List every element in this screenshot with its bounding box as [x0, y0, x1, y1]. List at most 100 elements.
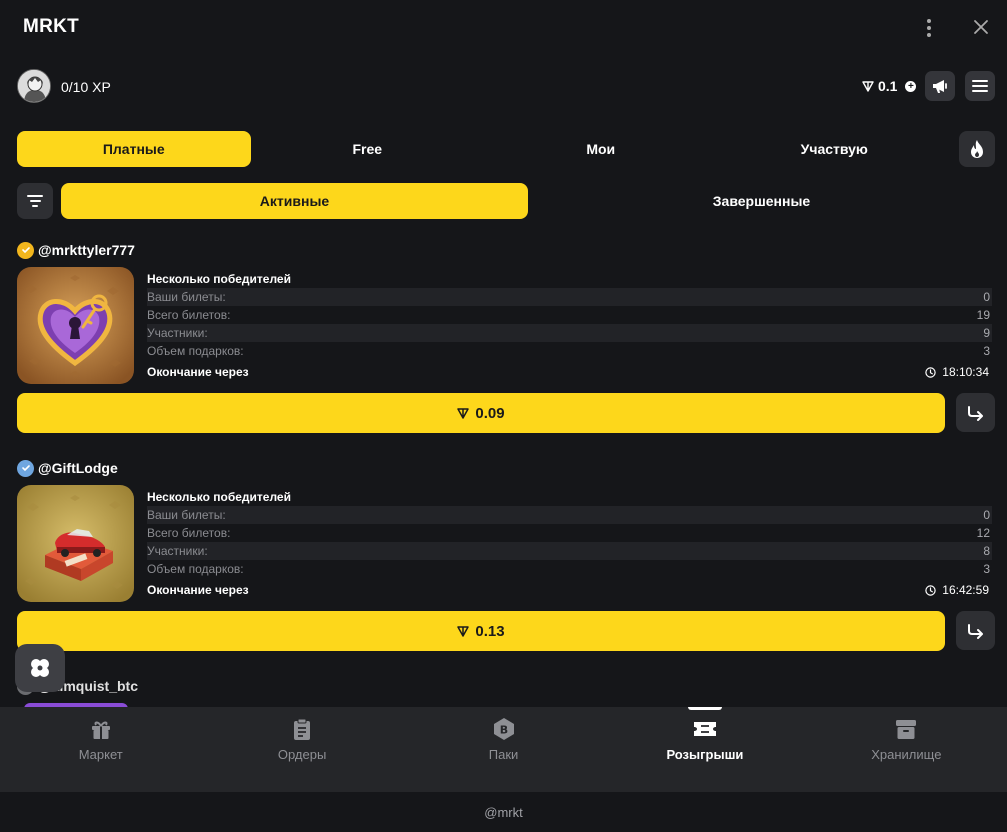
giveaway-card: @GiftLodge Несколько победителей Ваши би… — [17, 458, 995, 653]
nav-orders[interactable]: Ордеры — [201, 707, 402, 792]
stat-label: Всего билетов: — [147, 308, 231, 322]
tab-participating[interactable]: Участвую — [718, 131, 952, 167]
verified-badge-icon — [17, 459, 34, 477]
megaphone-icon — [933, 80, 947, 93]
stat-label: Участники: — [147, 544, 208, 558]
stat-value: 0 — [983, 290, 990, 304]
gift-image[interactable] — [17, 485, 134, 602]
share-button[interactable] — [956, 611, 995, 650]
filter-button[interactable] — [17, 183, 53, 219]
stat-value: 9 — [983, 326, 990, 340]
app-window: MRKT 0/10 XP 0.1 + Платные Free Мои Учас… — [0, 0, 1007, 832]
end-time: 16:42:59 — [942, 583, 989, 597]
stat-row: Объем подарков: 3 — [147, 560, 992, 578]
giveaway-info: Несколько победителей Ваши билеты: 0 Всег… — [147, 270, 992, 384]
buy-ticket-button[interactable]: 0.09 — [17, 393, 945, 433]
gift-image[interactable] — [17, 267, 134, 384]
tab-free[interactable]: Free — [251, 131, 485, 167]
stat-label: Ваши билеты: — [147, 290, 226, 304]
balance-value: 0.1 — [878, 78, 898, 94]
xp-counter: 0/10 XP — [61, 79, 111, 95]
ton-icon — [457, 626, 470, 637]
gift-icon — [91, 721, 110, 739]
stat-label: Объем подарков: — [147, 344, 244, 358]
close-icon[interactable] — [968, 14, 994, 40]
app-title: MRKT — [23, 16, 80, 37]
countdown: 18:10:34 — [925, 360, 989, 384]
title-bar: MRKT — [0, 0, 1007, 56]
stat-row: Всего билетов: 12 — [147, 524, 992, 542]
bottom-nav: Маркет Ордеры B Паки Розыгрыши Хранилище — [0, 707, 1007, 792]
end-row: Окончание через 16:42:59 — [147, 578, 992, 602]
giveaway-card: @mrkttyler777 Несколько победителей Ваши… — [17, 240, 995, 435]
profile-row: 0/10 XP 0.1 + — [0, 66, 1007, 108]
stat-label: Объем подарков: — [147, 562, 244, 576]
tab-finished[interactable]: Завершенные — [528, 183, 995, 219]
nav-giveaways[interactable]: Розыгрыши — [604, 707, 805, 792]
nav-label: Розыгрыши — [666, 747, 744, 762]
svg-text:B: B — [499, 724, 507, 737]
giveaway-heading: Несколько победителей — [147, 490, 291, 504]
stat-label: Участники: — [147, 326, 208, 340]
add-balance-icon[interactable]: + — [905, 80, 917, 92]
footer-handle: @mrkt — [0, 792, 1007, 832]
ticket-icon — [693, 722, 716, 736]
nav-storage[interactable]: Хранилище — [806, 707, 1007, 792]
fire-icon — [971, 140, 983, 158]
tab-paid[interactable]: Платные — [17, 131, 251, 167]
ton-icon — [862, 81, 874, 92]
more-menu-icon[interactable] — [918, 16, 940, 40]
stat-row: Ваши билеты: 0 — [147, 288, 992, 306]
ticket-price: 0.13 — [475, 622, 505, 640]
clock-icon — [925, 584, 936, 596]
end-label: Окончание через — [147, 365, 249, 379]
nav-label: Паки — [488, 747, 519, 762]
stat-label: Всего билетов: — [147, 526, 231, 540]
giveaway-info: Несколько победителей Ваши билеты: 0 Всег… — [147, 488, 992, 602]
stat-value: 19 — [976, 308, 990, 322]
hot-button[interactable] — [959, 131, 995, 167]
stat-row: Участники: 8 — [147, 542, 992, 560]
ton-icon — [457, 408, 470, 419]
archive-icon — [896, 720, 917, 739]
stat-value: 3 — [983, 562, 990, 576]
tab-mine[interactable]: Мои — [484, 131, 718, 167]
nav-packs[interactable]: B Паки — [403, 707, 604, 792]
buy-ticket-button[interactable]: 0.13 — [17, 611, 945, 651]
pack-icon: B — [493, 718, 514, 740]
avatar[interactable] — [17, 69, 51, 103]
stat-value: 3 — [983, 344, 990, 358]
stat-row: Участники: 9 — [147, 324, 992, 342]
tab-active[interactable]: Активные — [61, 183, 528, 219]
clock-icon — [925, 366, 936, 378]
ton-balance[interactable]: 0.1 + — [862, 78, 917, 94]
stat-row: Объем подарков: 3 — [147, 342, 992, 360]
hamburger-icon — [972, 80, 988, 92]
clover-icon — [31, 659, 49, 677]
countdown: 16:42:59 — [925, 578, 989, 602]
nav-label: Маркет — [78, 747, 123, 762]
owner-name: @GiftLodge — [38, 460, 118, 476]
stat-label: Ваши билеты: — [147, 508, 226, 522]
end-label: Окончание через — [147, 583, 249, 597]
card-owner[interactable]: @GiftLodge — [17, 458, 118, 478]
verified-badge-icon — [17, 241, 34, 259]
stat-row: Ваши билеты: 0 — [147, 506, 992, 524]
nav-market[interactable]: Маркет — [0, 707, 201, 792]
end-time: 18:10:34 — [942, 365, 989, 379]
status-tabs: Активные Завершенные — [61, 183, 995, 219]
giveaway-heading: Несколько победителей — [147, 272, 291, 286]
clipboard-icon — [294, 718, 311, 740]
owner-name: @mrkttyler777 — [38, 242, 135, 258]
share-arrow-icon — [967, 405, 983, 421]
lucky-button[interactable] — [15, 644, 65, 692]
share-arrow-icon — [967, 623, 983, 639]
ticket-price: 0.09 — [475, 404, 505, 422]
menu-button[interactable] — [965, 71, 995, 101]
nav-label: Ордеры — [277, 747, 327, 762]
announcements-button[interactable] — [925, 71, 955, 101]
stat-value: 12 — [976, 526, 990, 540]
card-owner[interactable]: @mrkttyler777 — [17, 240, 135, 260]
share-button[interactable] — [956, 393, 995, 432]
stat-value: 8 — [983, 544, 990, 558]
